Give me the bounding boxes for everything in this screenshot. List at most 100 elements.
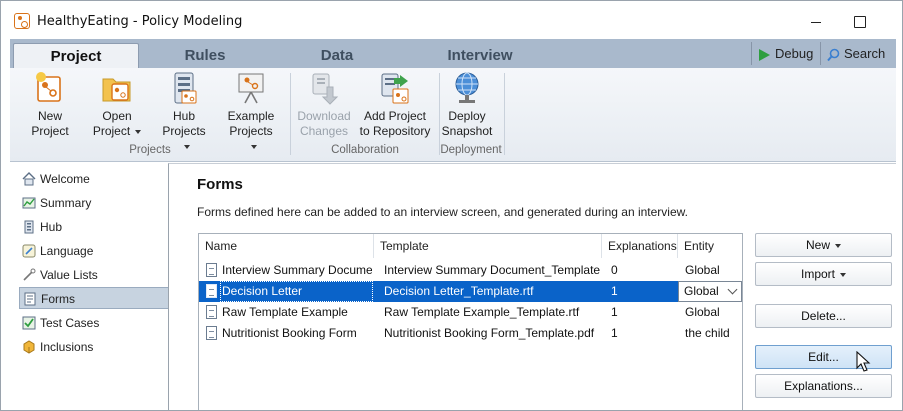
row-explanations: 0 xyxy=(611,263,618,277)
table-header: Name Template Explanations Entity xyxy=(199,234,742,258)
sidebar-item-label: Forms xyxy=(41,292,75,306)
sidebar-item-label: Language xyxy=(40,244,94,258)
new-form-label: New xyxy=(805,238,830,252)
sidebar-item-language[interactable]: Language xyxy=(19,240,168,262)
example-projects-button[interactable]: Example Projects xyxy=(224,71,278,154)
row-explanations: 1 xyxy=(611,326,618,340)
row-explanations: 1 xyxy=(611,284,618,298)
sidebar-item-welcome[interactable]: Welcome xyxy=(19,168,168,190)
tab-rules[interactable]: Rules xyxy=(160,43,250,68)
row-entity: the child xyxy=(685,326,730,340)
tab-data[interactable]: Data xyxy=(292,43,382,68)
download-changes-icon xyxy=(307,71,341,105)
home-icon xyxy=(22,172,36,186)
row-entity: Global xyxy=(685,305,720,319)
page-description: Forms defined here can be added to an in… xyxy=(197,205,688,219)
app-logo-icon xyxy=(14,13,30,29)
column-header-entity[interactable]: Entity xyxy=(678,234,742,258)
row-name: Decision Letter xyxy=(222,284,303,298)
entity-select-value: Global xyxy=(684,284,719,298)
table-row[interactable]: Interview Summary Document Interview Sum… xyxy=(199,260,742,281)
search-button[interactable]: Search xyxy=(827,42,885,66)
main-panel: Forms Forms defined here can be added to… xyxy=(168,163,896,410)
open-project-button[interactable]: Open Project xyxy=(92,71,142,139)
sidebar-item-label: Test Cases xyxy=(40,316,100,330)
download-changes-label-1: Download xyxy=(297,109,351,123)
sidebar-item-value-lists[interactable]: Value Lists xyxy=(19,264,168,286)
sidebar-item-hub[interactable]: Hub xyxy=(19,216,168,238)
maximize-button[interactable] xyxy=(836,7,882,35)
chevron-down-icon xyxy=(840,272,846,277)
explanations-button[interactable]: Explanations... xyxy=(755,374,892,398)
sidebar-item-label: Inclusions xyxy=(40,340,94,354)
new-project-label-1: New xyxy=(37,109,62,123)
chevron-down-icon xyxy=(727,284,738,295)
add-to-repository-label-1: Add Project xyxy=(363,109,427,123)
example-projects-icon xyxy=(234,71,268,105)
deploy-snapshot-icon xyxy=(450,71,484,105)
document-icon xyxy=(206,263,217,277)
search-icon xyxy=(827,48,840,61)
toolbar-divider xyxy=(820,42,821,65)
add-to-repository-icon xyxy=(378,71,412,105)
test-cases-icon xyxy=(22,316,36,330)
row-template: Raw Template Example_Template.rtf xyxy=(384,305,580,319)
open-project-icon xyxy=(100,71,134,105)
column-header-name[interactable]: Name xyxy=(199,234,374,258)
new-project-label-2: Project xyxy=(31,124,69,138)
table-row-selected[interactable]: Decision Letter Decision Letter_Template… xyxy=(199,281,742,302)
sidebar-item-inclusions[interactable]: Inclusions xyxy=(19,336,168,358)
column-header-template[interactable]: Template xyxy=(374,234,602,258)
app-window: HealthyEating - Policy Modeling Project … xyxy=(0,0,903,411)
page-title: Forms xyxy=(197,176,243,193)
download-changes-button[interactable]: Download Changes xyxy=(295,71,353,139)
sidebar-item-label: Value Lists xyxy=(40,268,98,282)
delete-button[interactable]: Delete... xyxy=(755,304,892,328)
table-row[interactable]: Nutritionist Booking Form Nutritionist B… xyxy=(199,323,742,344)
debug-button[interactable]: Debug xyxy=(758,42,813,66)
sidebar-item-forms[interactable]: Forms xyxy=(19,287,177,309)
entity-select[interactable]: Global xyxy=(678,281,742,302)
ribbon-group-collaboration: Collaboration xyxy=(331,144,399,156)
import-label: Import xyxy=(800,267,835,281)
download-changes-label-2: Changes xyxy=(299,124,349,138)
document-icon xyxy=(206,305,217,319)
hub-projects-label-1: Hub xyxy=(172,109,195,123)
tab-project[interactable]: Project xyxy=(13,43,139,68)
sidebar-item-label: Summary xyxy=(40,196,92,210)
example-projects-label-2: Projects xyxy=(224,124,278,154)
tab-interview[interactable]: Interview xyxy=(420,43,540,68)
column-header-explanations[interactable]: Explanations xyxy=(602,234,678,258)
sidebar-item-summary[interactable]: Summary xyxy=(19,192,168,214)
toolbar-divider xyxy=(751,42,752,65)
title-bar: HealthyEating - Policy Modeling xyxy=(1,1,902,39)
play-icon xyxy=(759,48,770,61)
inclusions-icon xyxy=(23,340,35,354)
hub-projects-button[interactable]: Hub Projects xyxy=(158,71,210,154)
add-to-repository-label-2: to Repository xyxy=(359,124,431,138)
new-project-button[interactable]: New Project xyxy=(24,71,76,139)
import-button[interactable]: Import xyxy=(755,262,892,286)
document-icon xyxy=(206,284,217,298)
chevron-down-icon xyxy=(135,129,142,134)
ribbon-tab-strip: Project Rules Data Interview Debug Searc… xyxy=(10,39,896,68)
add-to-repository-button[interactable]: Add Project to Repository xyxy=(356,71,434,139)
new-form-button[interactable]: New xyxy=(755,233,892,257)
table-row[interactable]: Raw Template Example Raw Template Exampl… xyxy=(199,302,742,323)
minimize-button[interactable] xyxy=(793,7,839,35)
sidebar-item-test-cases[interactable]: Test Cases xyxy=(19,312,168,334)
row-explanations: 1 xyxy=(611,305,618,319)
deploy-snapshot-button[interactable]: Deploy Snapshot xyxy=(441,71,493,139)
sidebar-item-label: Welcome xyxy=(40,172,90,186)
deploy-snapshot-label-2: Snapshot xyxy=(441,124,493,138)
mouse-cursor-icon xyxy=(856,351,871,372)
open-project-label-2: Project xyxy=(92,124,142,139)
example-projects-label-1: Example xyxy=(227,109,275,123)
sidebar: Welcome Summary Hub Language Value Lists… xyxy=(10,163,177,410)
row-template: Interview Summary Document_Template.rtf xyxy=(384,263,600,277)
language-icon xyxy=(22,244,36,258)
ribbon-group-deployment: Deployment xyxy=(440,144,502,156)
row-template: Decision Letter_Template.rtf xyxy=(384,284,534,298)
chevron-down-icon xyxy=(250,144,257,149)
summary-icon xyxy=(22,197,36,209)
